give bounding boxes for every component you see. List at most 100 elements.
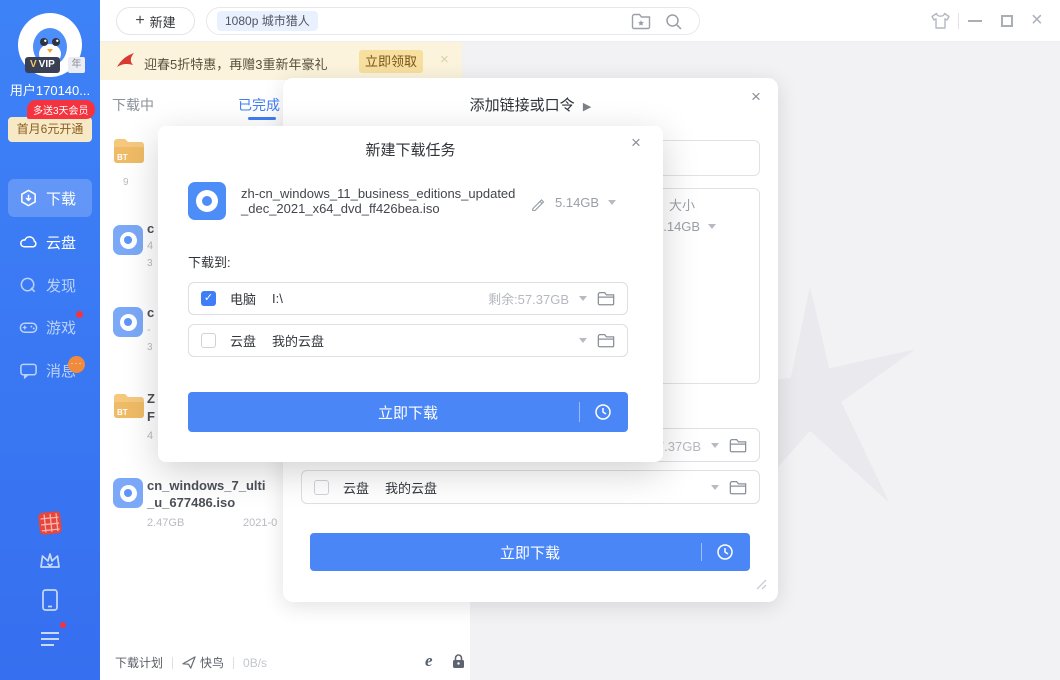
chevron-down-icon[interactable]: [711, 485, 719, 490]
menu-notification-dot: [60, 622, 66, 628]
discover-icon: [19, 276, 38, 295]
iso-file-icon[interactable]: [113, 225, 143, 255]
search-keyword-tag[interactable]: 1080p 城市猎人: [217, 11, 318, 31]
theme-skin-icon[interactable]: [930, 11, 951, 31]
checkbox-checked[interactable]: ✓: [201, 291, 216, 306]
list-fragment: Z: [147, 390, 155, 407]
red-packet-grid-icon[interactable]: [36, 509, 65, 538]
list-fragment: 9: [123, 177, 129, 188]
mobile-phone-icon[interactable]: [37, 587, 63, 613]
dialog-title: 添加链接或口令 ▶: [283, 94, 778, 115]
button-divider: [701, 543, 702, 561]
banner-close-icon[interactable]: ×: [440, 51, 449, 68]
maximize-button[interactable]: [1001, 15, 1013, 27]
status-bar: 下载计划 快鸟 0B/s e: [100, 645, 470, 680]
list-fragment: 4: [147, 430, 153, 442]
chevron-down-icon[interactable]: [708, 224, 716, 229]
expand-arrow-icon[interactable]: ▶: [583, 101, 591, 113]
file-name: cn_windows_7_ulti: [147, 477, 265, 494]
schedule-download-icon[interactable]: [716, 543, 734, 561]
chevron-down-icon[interactable]: [711, 443, 719, 448]
destination-label: 云盘: [230, 331, 256, 350]
tab-downloading[interactable]: 下载中: [112, 95, 154, 115]
speedup-link[interactable]: 快鸟: [200, 654, 224, 671]
chevron-down-icon[interactable]: [579, 338, 587, 343]
promo-text: 迎春5折特惠，再赠3重新年豪礼: [144, 54, 327, 73]
app-window: 下载中 已完成 5 BT 9 c 4 3 c - 3: [0, 0, 1060, 680]
destination-label: 云盘: [343, 478, 369, 497]
ie-browser-icon[interactable]: e: [425, 651, 433, 671]
list-fragment: -: [147, 324, 151, 336]
destination-row-pc[interactable]: ✓ 电脑 I:\ 剩余:57.37GB: [188, 282, 628, 315]
checkbox-unchecked[interactable]: [201, 333, 216, 348]
iso-file-icon: [188, 182, 226, 220]
vip-year-badge: 年: [68, 57, 85, 73]
file-name: _u_677486.iso: [147, 494, 235, 511]
lock-icon[interactable]: [451, 653, 466, 669]
divider: [233, 657, 234, 669]
chevron-down-icon[interactable]: [608, 200, 616, 205]
cloud-icon: [19, 233, 38, 252]
download-icon: [19, 189, 38, 208]
active-tab-underline: [248, 117, 276, 120]
list-fragment: 3: [147, 258, 153, 269]
list-fragment: 4: [147, 240, 153, 252]
speed-value: 0B/s: [243, 656, 267, 670]
speedup-bird-icon: [182, 656, 196, 669]
sidebar: VVIP 年 用户170140... 多送3天会员 首月6元开通 下载 云盘 发…: [0, 0, 100, 680]
destination-label: 电脑: [230, 289, 256, 308]
folder-browse-icon[interactable]: [597, 291, 615, 306]
file-size-value: 5.14GB: [656, 219, 716, 234]
claim-now-button[interactable]: 立即领取: [359, 50, 423, 73]
more-menu-icon[interactable]: [37, 626, 63, 652]
list-item[interactable]: BT: [113, 393, 145, 421]
edit-name-icon[interactable]: [531, 196, 546, 211]
size-column-header: 大小: [669, 195, 695, 214]
folder-browse-icon[interactable]: [729, 438, 747, 453]
sidebar-item-download[interactable]: 下载: [8, 179, 92, 217]
destination-row-cloud[interactable]: 云盘 我的云盘: [188, 324, 628, 357]
chat-icon: [19, 361, 38, 380]
destination-path: 我的云盘: [272, 331, 324, 350]
list-fragment: c: [147, 304, 154, 321]
search-input[interactable]: 1080p 城市猎人: [206, 7, 700, 35]
list-fragment: F: [147, 408, 155, 425]
vip-subscribe-button[interactable]: 首月6元开通: [8, 117, 92, 142]
checkbox-unchecked[interactable]: [314, 480, 329, 495]
username[interactable]: 用户170140...: [0, 80, 100, 99]
folder-browse-icon[interactable]: [597, 333, 615, 348]
sidebar-item-label: 游戏: [46, 317, 76, 338]
crown-vip-icon[interactable]: [37, 548, 63, 574]
speed-bird-icon: [116, 52, 135, 70]
list-fragment: c: [147, 220, 154, 237]
topbar: + 新建 1080p 城市猎人 ×: [100, 0, 1060, 42]
file-size: 2.47GB: [147, 517, 184, 529]
list-fragment: 3: [147, 342, 153, 353]
download-now-button[interactable]: 立即下载: [310, 533, 750, 571]
svg-text:BT: BT: [117, 408, 128, 417]
schedule-download-icon[interactable]: [594, 403, 612, 421]
destination-row-cloud[interactable]: 云盘 我的云盘: [301, 470, 760, 504]
sidebar-item-label: 下载: [46, 188, 76, 209]
file-date: 2021-0: [243, 517, 277, 529]
download-plan-link[interactable]: 下载计划: [115, 654, 163, 671]
collection-folder-icon[interactable]: [631, 13, 651, 30]
vip-badge[interactable]: VVIP: [25, 57, 60, 73]
sidebar-item-discover[interactable]: 发现: [8, 266, 92, 304]
task-file-name: zh-cn_windows_11_business_editions_updat…: [241, 186, 533, 216]
chevron-down-icon[interactable]: [579, 296, 587, 301]
sidebar-item-cloud[interactable]: 云盘: [8, 223, 92, 261]
destination-path: 我的云盘: [385, 478, 437, 497]
download-now-button[interactable]: 立即下载: [188, 392, 628, 432]
list-item[interactable]: BT: [113, 138, 145, 166]
iso-file-icon[interactable]: [113, 307, 143, 337]
new-task-button[interactable]: + 新建: [116, 7, 195, 35]
minimize-button[interactable]: [968, 20, 982, 22]
modal-title: 新建下载任务: [158, 139, 663, 160]
resize-handle[interactable]: [755, 578, 767, 590]
plus-icon: +: [135, 13, 144, 29]
close-window-button[interactable]: ×: [1031, 9, 1043, 32]
folder-browse-icon[interactable]: [729, 480, 747, 495]
search-icon[interactable]: [665, 13, 683, 31]
iso-file-icon[interactable]: [113, 478, 143, 508]
